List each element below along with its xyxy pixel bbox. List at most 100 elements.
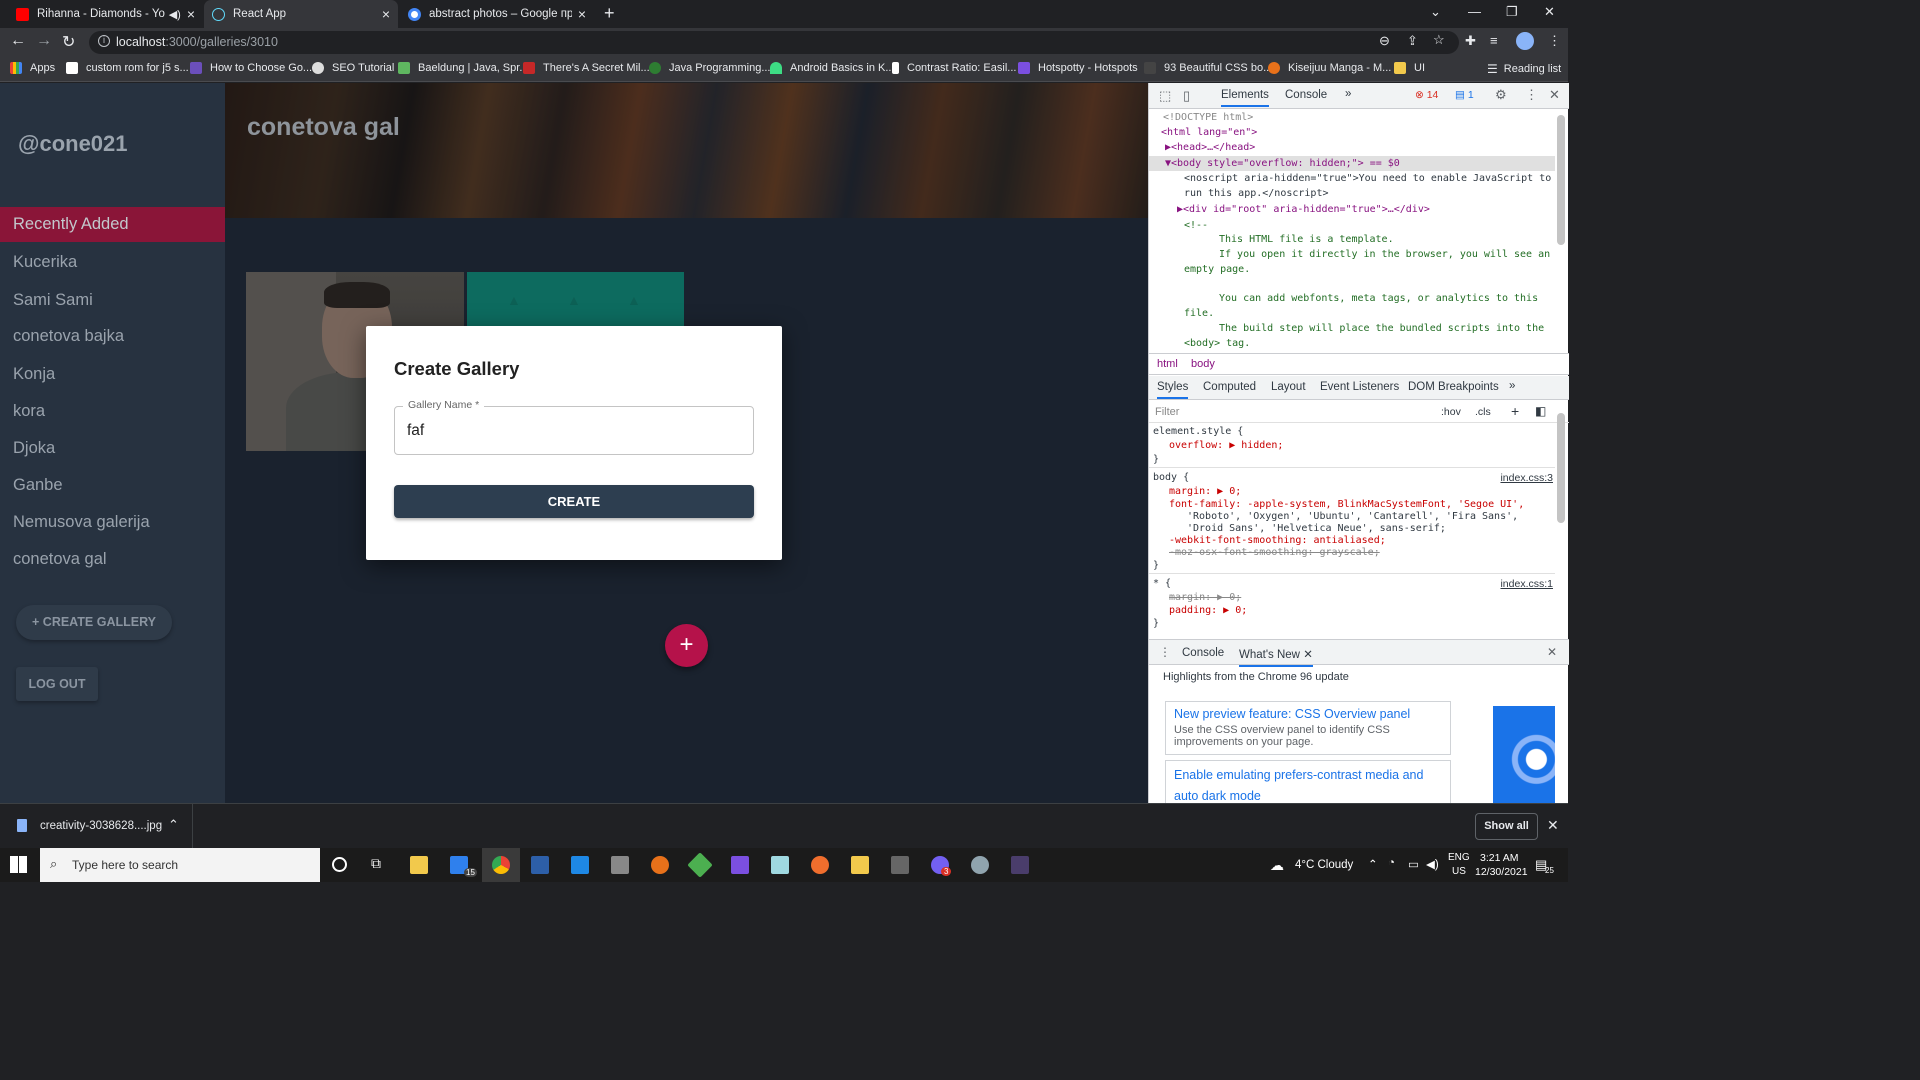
bookmark-folder-ui[interactable]: UI: [1394, 62, 1425, 74]
bookmark-item[interactable]: Android Basics in K...: [770, 62, 895, 74]
language-code[interactable]: ENG: [1448, 852, 1470, 863]
sidebar-item-gallery[interactable]: Konja: [0, 357, 225, 392]
close-devtools-icon[interactable]: ✕: [1549, 87, 1560, 103]
restore-icon[interactable]: ❐: [1506, 4, 1518, 20]
whats-new-card[interactable]: New preview feature: CSS Overview panel …: [1165, 701, 1451, 755]
sidebar-item-gallery[interactable]: conetova bajka: [0, 319, 225, 354]
dom-line[interactable]: The build step will place the bundled sc…: [1219, 323, 1544, 334]
address-bar[interactable]: i localhost:3000/galleries/3010 ⊖ ⇪ ☆: [89, 31, 1459, 54]
speaker-icon[interactable]: ◀): [169, 8, 181, 21]
class-toggle[interactable]: .cls: [1475, 406, 1491, 418]
rule-declaration-overridden[interactable]: -moz-osx-font-smoothing: grayscale;: [1169, 547, 1380, 558]
sidebar-item-gallery[interactable]: Nemusova galerija: [0, 505, 225, 540]
device-toggle-icon[interactable]: ▯: [1183, 88, 1190, 104]
rule-declaration[interactable]: padding: ▶ 0;: [1169, 605, 1247, 616]
sidebar-item-gallery[interactable]: Kucerika: [0, 245, 225, 280]
powershell-icon[interactable]: [531, 856, 549, 874]
sidebar-item-gallery[interactable]: Djoka: [0, 431, 225, 466]
dom-line-selected[interactable]: ▼<body style="overflow: hidden;"> == $0: [1165, 158, 1400, 169]
calculator-icon[interactable]: [611, 856, 629, 874]
clock-time[interactable]: 3:21 AM: [1480, 852, 1519, 864]
close-tab-icon[interactable]: ×: [187, 6, 195, 22]
new-tab-button[interactable]: +: [604, 3, 615, 24]
styles-filter-input[interactable]: Filter: [1155, 406, 1179, 418]
dom-line[interactable]: This HTML file is a template.: [1219, 234, 1394, 245]
reading-list[interactable]: ☰ Reading list: [1487, 62, 1561, 76]
bookmark-item[interactable]: custom rom for j5 s...: [66, 62, 189, 74]
tab-console[interactable]: Console: [1285, 89, 1327, 101]
dom-line[interactable]: empty page.: [1184, 264, 1250, 275]
rule-source-link[interactable]: index.css:3: [1500, 472, 1553, 484]
dom-line[interactable]: run this app.</noscript>: [1184, 188, 1329, 199]
bookmark-item[interactable]: 93 Beautiful CSS bo...: [1144, 62, 1272, 74]
sticky-notes-icon[interactable]: [851, 856, 869, 874]
weather-cloud-icon[interactable]: ☁: [1270, 857, 1284, 874]
show-all-button[interactable]: Show all: [1475, 813, 1538, 840]
taskbar-search[interactable]: ⌕ Type here to search: [40, 848, 320, 882]
bookmark-item[interactable]: Kiseijuu Manga - M...: [1268, 62, 1391, 74]
message-counter[interactable]: ▤ 1: [1455, 89, 1474, 101]
extensions-icon[interactable]: ✚: [1465, 33, 1476, 49]
sidebar-item-recently-added[interactable]: Recently Added: [0, 207, 225, 242]
profile-avatar[interactable]: [1516, 32, 1534, 50]
logout-button[interactable]: LOG OUT: [16, 667, 98, 701]
bookmark-item[interactable]: How to Choose Go...: [190, 62, 312, 74]
gallery-name-input[interactable]: faf: [407, 422, 424, 440]
network-icon[interactable]: ▭: [1408, 857, 1419, 871]
add-photo-fab[interactable]: +: [665, 624, 708, 667]
sidebar-item-gallery[interactable]: Sami Sami: [0, 283, 225, 318]
drawer-menu-icon[interactable]: ⋮: [1159, 645, 1171, 659]
volume-icon[interactable]: ◀): [1426, 857, 1439, 871]
mixer-icon[interactable]: [891, 856, 909, 874]
styles-scrollbar[interactable]: [1557, 413, 1565, 523]
git-kraken-icon[interactable]: [687, 852, 713, 878]
media-control-icon[interactable]: ≡: [1490, 33, 1498, 48]
bookmark-item[interactable]: Java Programming...: [649, 62, 770, 74]
visual-studio-icon[interactable]: [731, 856, 749, 874]
settings-gear-icon[interactable]: ⚙: [1495, 87, 1507, 103]
rule-selector[interactable]: element.style {: [1153, 426, 1243, 437]
notes-icon[interactable]: [771, 856, 789, 874]
zoom-icon[interactable]: ⊖: [1379, 33, 1390, 49]
dom-line[interactable]: <!--: [1184, 220, 1208, 231]
paint-icon[interactable]: [971, 856, 989, 874]
task-view-icon[interactable]: ⧉: [371, 855, 381, 872]
rule-declaration-overridden[interactable]: margin: ▶ 0;: [1169, 592, 1241, 603]
tray-chevron-icon[interactable]: ⌃: [1368, 857, 1378, 871]
rule-declaration[interactable]: font-family: -apple-system, BlinkMacSyst…: [1169, 499, 1524, 510]
bookmark-item[interactable]: SEO Tutorial: [312, 62, 394, 74]
tab-layout[interactable]: Layout: [1271, 381, 1306, 393]
crumb-html[interactable]: html: [1157, 358, 1178, 370]
sidebar-item-gallery[interactable]: conetova gal: [0, 542, 225, 577]
chevron-up-icon[interactable]: ⌃: [168, 817, 179, 833]
share-icon[interactable]: ⇪: [1407, 33, 1418, 49]
sidebar-item-gallery[interactable]: Ganbe: [0, 468, 225, 503]
maps-icon[interactable]: [651, 856, 669, 874]
tab-search-icon[interactable]: ⌄: [1430, 4, 1441, 20]
rule-selector[interactable]: body {: [1153, 472, 1189, 483]
error-counter[interactable]: ⊗ 14: [1415, 89, 1438, 101]
tab-styles[interactable]: Styles: [1157, 381, 1189, 399]
rule-declaration[interactable]: margin: ▶ 0;: [1169, 486, 1241, 497]
close-drawer-tab-icon[interactable]: ✕: [1303, 649, 1313, 661]
inspect-icon[interactable]: ⬚: [1159, 88, 1171, 104]
crumb-body[interactable]: body: [1191, 358, 1215, 370]
window-close-icon[interactable]: ✕: [1544, 4, 1555, 20]
weather-text[interactable]: 4°C Cloudy: [1295, 859, 1353, 871]
card-title[interactable]: Enable emulating prefers-contrast media …: [1174, 765, 1442, 807]
dom-line[interactable]: ▶<head>…</head>: [1165, 142, 1255, 153]
dom-line[interactable]: <html lang="en">: [1161, 127, 1257, 138]
forward-icon[interactable]: →: [36, 32, 52, 50]
bookmark-item[interactable]: Baeldung | Java, Spr...: [398, 62, 528, 74]
cortana-icon[interactable]: [332, 857, 347, 872]
vscode-icon[interactable]: [571, 856, 589, 874]
sidebar-toggle-icon[interactable]: ◧: [1535, 404, 1546, 418]
reload-icon[interactable]: ↻: [62, 32, 75, 52]
rule-source-link[interactable]: index.css:1: [1500, 578, 1553, 590]
tab-elements[interactable]: Elements: [1221, 89, 1269, 107]
dom-line[interactable]: <noscript aria-hidden="true">You need to…: [1184, 173, 1551, 184]
file-explorer-icon[interactable]: [410, 856, 428, 874]
more-tabs-icon[interactable]: »: [1509, 380, 1515, 392]
drawer-tab-whats-new[interactable]: What's New ✕: [1239, 647, 1313, 667]
dom-line[interactable]: <body> tag.: [1184, 338, 1250, 349]
